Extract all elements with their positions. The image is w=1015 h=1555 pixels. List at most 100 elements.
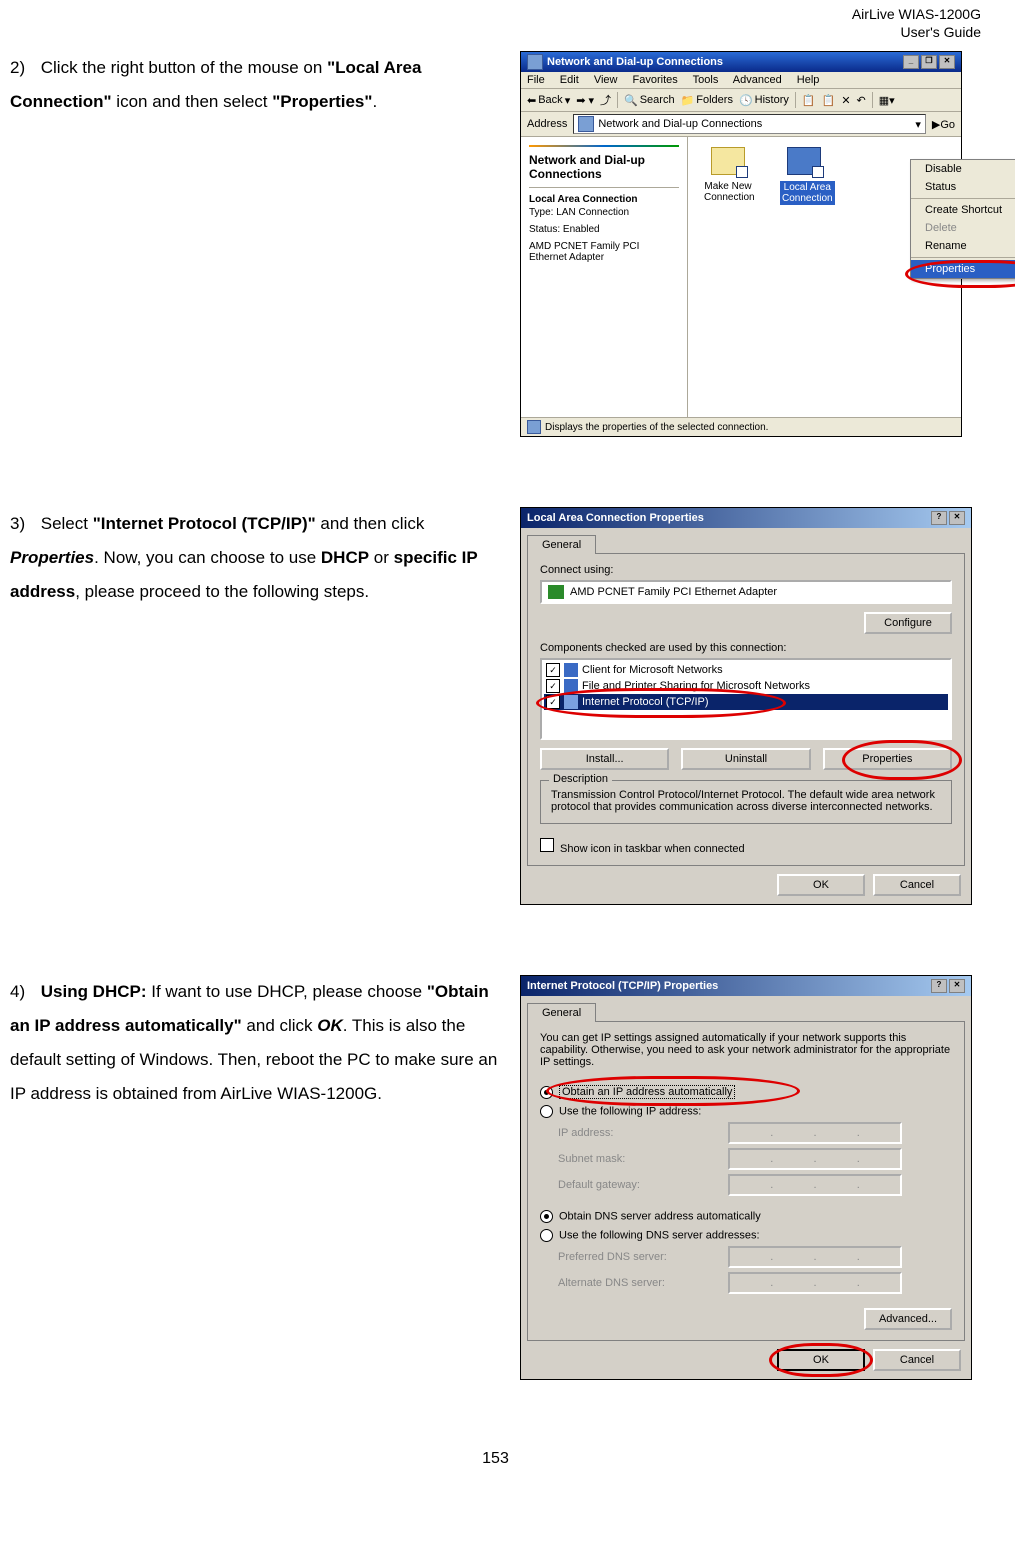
t: Subnet mask: bbox=[558, 1153, 728, 1165]
t: Use the following DNS server addresses: bbox=[559, 1229, 760, 1241]
install-button[interactable]: Install... bbox=[540, 748, 669, 770]
window-lac-properties: Local Area Connection Properties ?✕ Gene… bbox=[520, 507, 972, 905]
header-guide: User's Guide bbox=[10, 24, 981, 42]
w1-addressbar: Address Network and Dial-up Connections▾… bbox=[521, 112, 961, 137]
w1-menubar[interactable]: File Edit View Favorites Tools Advanced … bbox=[521, 72, 961, 89]
history-button[interactable]: 🕓History bbox=[739, 94, 789, 107]
t: Using DHCP: bbox=[41, 982, 147, 1001]
back-button[interactable]: ⬅ Back ▾ bbox=[527, 94, 570, 107]
w2-titlebar: Local Area Connection Properties ?✕ bbox=[521, 508, 971, 528]
header-product: AirLive WIAS-1200G bbox=[10, 6, 981, 24]
maximize-button[interactable]: ❐ bbox=[921, 55, 937, 69]
menu-file[interactable]: File bbox=[527, 74, 545, 86]
make-new-connection-icon[interactable]: Make New Connection bbox=[704, 147, 752, 203]
t: LAN Connection bbox=[556, 207, 629, 218]
radio-obtain-ip[interactable]: Obtain an IP address automatically bbox=[540, 1086, 952, 1099]
configure-button[interactable]: Configure bbox=[864, 612, 952, 634]
fwd-button[interactable]: ➡ ▾ bbox=[576, 94, 594, 107]
checkbox-icon[interactable] bbox=[540, 838, 554, 852]
radio-icon[interactable] bbox=[540, 1229, 553, 1242]
views-button[interactable]: ▦▾ bbox=[879, 94, 895, 107]
ctx-shortcut[interactable]: Create Shortcut bbox=[911, 201, 1015, 219]
tool-icon[interactable]: ✕ bbox=[841, 94, 850, 107]
w1-titlebar: Network and Dial-up Connections _ ❐ ✕ bbox=[521, 52, 961, 72]
step4-body: Using DHCP: If want to use DHCP, please … bbox=[10, 982, 497, 1103]
folders-button[interactable]: 📁Folders bbox=[681, 94, 733, 107]
t: Client for Microsoft Networks bbox=[582, 664, 723, 676]
menu-tools[interactable]: Tools bbox=[693, 74, 719, 86]
search-button[interactable]: 🔍Search bbox=[624, 94, 675, 107]
show-icon-row[interactable]: Show icon in taskbar when connected bbox=[540, 838, 952, 855]
close-button[interactable]: ✕ bbox=[949, 979, 965, 993]
t: If want to use DHCP, please choose bbox=[147, 982, 427, 1001]
t: . bbox=[372, 92, 377, 111]
radio-use-ip[interactable]: Use the following IP address: bbox=[540, 1105, 952, 1118]
help-button[interactable]: ? bbox=[931, 979, 947, 993]
step4-num: 4) bbox=[10, 975, 36, 1009]
checkbox-icon[interactable]: ✓ bbox=[546, 663, 560, 677]
ctx-properties[interactable]: Properties bbox=[911, 260, 1015, 278]
t: Go bbox=[940, 119, 955, 131]
minimize-button[interactable]: _ bbox=[903, 55, 919, 69]
tool-icon[interactable]: 📋 bbox=[822, 94, 836, 107]
cancel-button[interactable]: Cancel bbox=[873, 1349, 961, 1371]
address-input[interactable]: Network and Dial-up Connections▾ bbox=[573, 114, 925, 134]
menu-edit[interactable]: Edit bbox=[560, 74, 579, 86]
list-item[interactable]: ✓ Client for Microsoft Networks bbox=[544, 662, 948, 678]
subnet-input: ... bbox=[728, 1148, 902, 1170]
tab-general[interactable]: General bbox=[527, 1003, 596, 1022]
radio-obtain-dns[interactable]: Obtain DNS server address automatically bbox=[540, 1210, 952, 1223]
t: Show icon in taskbar when connected bbox=[560, 843, 745, 855]
up-button[interactable]: ⤴ bbox=[600, 92, 611, 108]
ctx-disable[interactable]: Disable bbox=[911, 160, 1015, 178]
t: Default gateway: bbox=[558, 1179, 728, 1191]
properties-button[interactable]: Properties bbox=[823, 748, 952, 770]
side-title: Network and Dial-up Connections bbox=[529, 153, 679, 181]
app-icon bbox=[527, 54, 543, 70]
w2-title: Local Area Connection Properties bbox=[527, 512, 704, 524]
ctx-rename[interactable]: Rename bbox=[911, 237, 1015, 255]
tab-general[interactable]: General bbox=[527, 535, 596, 554]
t: Obtain DNS server address automatically bbox=[559, 1210, 761, 1222]
description-text: Transmission Control Protocol/Internet P… bbox=[551, 789, 941, 813]
fps-icon bbox=[564, 679, 578, 693]
components-listbox[interactable]: ✓ Client for Microsoft Networks ✓File and… bbox=[540, 658, 952, 740]
page-number: 153 bbox=[10, 1450, 981, 1468]
step2-text: 2) Click the right button of the mouse o… bbox=[10, 51, 520, 119]
uninstall-button[interactable]: Uninstall bbox=[681, 748, 810, 770]
label-connect-using: Connect using: bbox=[540, 564, 952, 576]
t: and click bbox=[242, 1016, 318, 1035]
tool-icon[interactable]: ↶ bbox=[857, 94, 866, 107]
t: Network and Dial-up Connections bbox=[598, 118, 762, 130]
t: Type: bbox=[529, 207, 553, 218]
close-button[interactable]: ✕ bbox=[949, 511, 965, 525]
ok-button[interactable]: OK bbox=[777, 874, 865, 896]
radio-icon[interactable] bbox=[540, 1210, 553, 1223]
t: Click the right button of the mouse on bbox=[41, 58, 327, 77]
w1-sidebar: Network and Dial-up Connections Local Ar… bbox=[521, 137, 688, 417]
close-button[interactable]: ✕ bbox=[939, 55, 955, 69]
radio-use-dns[interactable]: Use the following DNS server addresses: bbox=[540, 1229, 952, 1242]
list-item-tcpip[interactable]: ✓Internet Protocol (TCP/IP) bbox=[544, 694, 948, 710]
t: Properties bbox=[10, 548, 94, 567]
ok-button[interactable]: OK bbox=[777, 1349, 865, 1371]
t: Obtain an IP address automatically bbox=[559, 1085, 735, 1099]
menu-help[interactable]: Help bbox=[797, 74, 820, 86]
menu-view[interactable]: View bbox=[594, 74, 618, 86]
ctx-status[interactable]: Status bbox=[911, 178, 1015, 196]
menu-advanced[interactable]: Advanced bbox=[733, 74, 782, 86]
go-button[interactable]: ▶Go bbox=[932, 118, 955, 131]
local-area-connection-icon[interactable]: Local Area Connection bbox=[780, 147, 828, 205]
cancel-button[interactable]: Cancel bbox=[873, 874, 961, 896]
checkbox-icon[interactable]: ✓ bbox=[546, 695, 560, 709]
t: . Now, you can choose to use bbox=[94, 548, 321, 567]
radio-icon[interactable] bbox=[540, 1086, 553, 1099]
radio-icon[interactable] bbox=[540, 1105, 553, 1118]
checkbox-icon[interactable]: ✓ bbox=[546, 679, 560, 693]
context-menu: Disable Status Create Shortcut Delete Re… bbox=[910, 159, 1015, 279]
menu-favorites[interactable]: Favorites bbox=[633, 74, 678, 86]
advanced-button[interactable]: Advanced... bbox=[864, 1308, 952, 1330]
list-item[interactable]: ✓File and Printer Sharing for Microsoft … bbox=[544, 678, 948, 694]
help-button[interactable]: ? bbox=[931, 511, 947, 525]
tool-icon[interactable]: 📋 bbox=[802, 94, 816, 107]
